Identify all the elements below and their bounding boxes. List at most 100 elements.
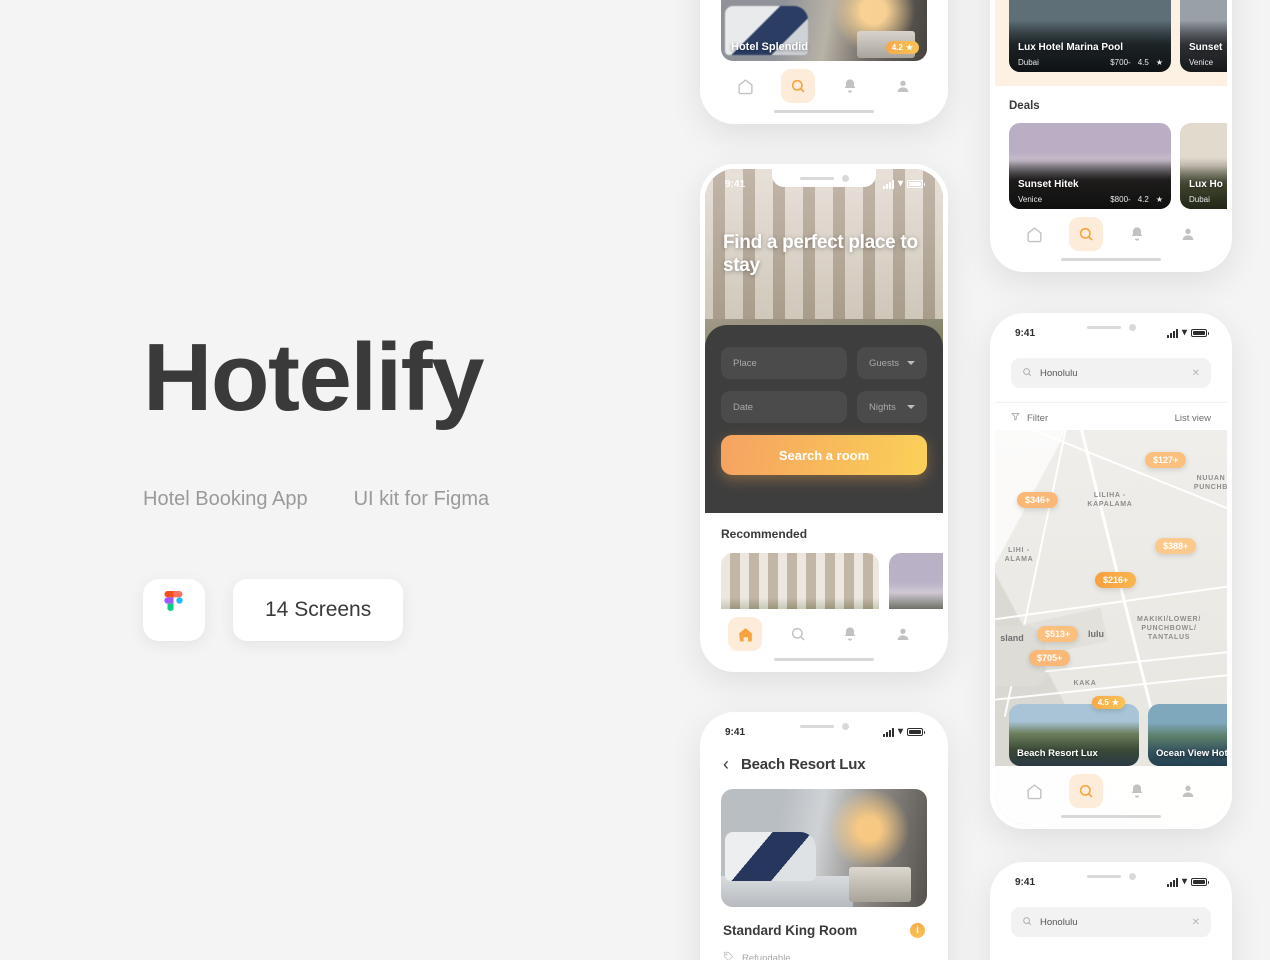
place-input[interactable]: Place [721,347,847,379]
search-value: Honolulu [1040,367,1078,379]
phone-notch [772,169,876,187]
phone-notch [1059,867,1163,885]
subtitle-app-type: Hotel Booking App [143,488,308,510]
map-label: KAKA [1073,680,1097,687]
home-indicator [1061,258,1161,261]
nights-select[interactable]: Nights [857,391,927,423]
map-price-pin[interactable]: $346+ [1017,492,1059,508]
hotel-name: Ocean View Hotel [1156,748,1227,759]
tab-home[interactable] [728,617,763,651]
hotel-card[interactable]: Hotel Splendid 4.2 ★ [721,0,927,61]
wifi-icon: ▾ [1181,327,1187,338]
phone-mockup-search-list: 9:41 ▾ Honolulu ✕ [990,862,1232,960]
hero-subtitles: Hotel Booking App UI kit for Figma [143,488,663,511]
detail-title: Beach Resort Lux [741,755,866,773]
deal-name: Lux Ho [1189,179,1223,190]
map-price-pin[interactable]: $705+ [1029,650,1071,666]
deal-meta: Venice $800- 4.2 ★ [1018,195,1163,204]
tab-home[interactable] [1018,774,1052,808]
map-price-pin[interactable]: $388+ [1155,538,1197,554]
phone-mockup-search-home: 9:41 ▾ Find a perfect place to stay Plac… [700,164,948,672]
deal-city: Dubai [1189,195,1210,204]
room-name-row: Standard King Room i [723,923,925,938]
tab-home[interactable] [1018,217,1052,251]
tab-notifications[interactable] [833,69,867,103]
figma-logo-chip[interactable] [143,579,205,641]
deal-rating: 4.2 [1137,195,1149,204]
star-icon: ★ [1155,195,1163,204]
tab-notifications[interactable] [1120,217,1154,251]
tab-notifications[interactable] [833,617,867,651]
status-badge: 4.5 ★ [1091,696,1125,709]
close-icon[interactable]: ✕ [1192,917,1200,928]
list-item[interactable]: Lux Hotel Marina Pool Dubai $700- 4.5 ★ [1009,0,1171,72]
deal-city: Venice [1018,195,1043,204]
map-label: NUUAN PUNCHB [1193,475,1227,491]
chevron-left-icon[interactable]: ‹ [723,755,729,773]
screens-count-badge[interactable]: 14 Screens [233,579,404,641]
offer-city: Venice [1189,58,1214,67]
search-value: Honolulu [1040,916,1078,928]
tab-notifications[interactable] [1120,774,1154,808]
tab-search[interactable] [1068,774,1103,808]
tab-profile[interactable] [886,69,920,103]
tab-profile[interactable] [886,617,920,651]
hotel-name: Beach Resort Lux [1017,748,1098,759]
recommended-title: Recommended [721,527,808,541]
search-input[interactable]: Honolulu ✕ [1011,358,1211,388]
tab-search[interactable] [1068,217,1103,251]
tab-search[interactable] [781,617,815,651]
bottom-tab-bar [705,609,943,667]
date-input[interactable]: Date [721,391,847,423]
offer-city: Dubai [1018,58,1039,67]
phone-notch [772,717,876,735]
guests-select[interactable]: Guests [857,347,927,379]
filter-label: Filter [1027,412,1049,424]
filter-button[interactable]: Filter [1011,412,1048,424]
status-time: 9:41 [725,726,746,738]
close-icon[interactable]: ✕ [1192,368,1200,379]
list-item[interactable]: Lux Ho Dubai [1180,123,1227,209]
tag-icon [723,951,734,960]
search-room-button[interactable]: Search a room [721,435,927,475]
star-icon: ★ [905,43,913,52]
offer-price: $700- [1110,58,1131,67]
map-price-pin[interactable]: $216+ [1095,572,1137,588]
wifi-icon: ▾ [897,178,903,189]
tab-profile[interactable] [1171,217,1205,251]
tab-profile[interactable] [1171,774,1205,808]
filter-icon [1011,412,1020,424]
status-badge: 4.2 ★ [885,41,919,54]
offer-meta: Dubai $700- 4.5 ★ [1018,58,1163,67]
view-toggle-button[interactable]: List view [1175,413,1211,424]
map-label: lulu [1088,629,1104,639]
date-placeholder: Date [733,401,754,413]
tab-search[interactable] [780,69,815,103]
map-view[interactable]: NUUAN PUNCHB LILIHA - KAPALAMA LIHI - AL… [995,430,1227,824]
refund-label: Refundable [742,952,791,960]
map-price-pin[interactable]: $127+ [1145,452,1187,468]
bottom-tab-bar [995,766,1227,824]
nights-placeholder: Nights [869,401,896,413]
map-price-pin[interactable]: $513+ [1037,626,1079,642]
search-input[interactable]: Honolulu ✕ [1011,907,1211,937]
battery-icon [1191,878,1209,886]
cellular-signal-icon [1166,328,1178,338]
chevron-down-icon [907,405,915,409]
rating-value: 4.2 [891,43,903,52]
phone-a-screen: Hotel Splendid 4.2 ★ [705,0,943,119]
tab-home[interactable] [728,69,762,103]
list-item[interactable]: Sunset Venice [1180,0,1227,72]
search-icon [1022,916,1032,929]
place-placeholder: Place [733,357,757,369]
list-item[interactable]: Ocean View Hotel [1148,704,1227,766]
info-icon[interactable]: i [910,923,925,938]
deals-title: Deals [1009,100,1040,112]
status-indicators: ▾ [882,727,925,737]
list-item[interactable]: Sunset Hitek Venice $800- 4.2 ★ [1009,123,1171,209]
form-row-2: Date Nights [721,391,927,423]
status-time: 9:41 [1015,327,1036,339]
list-item[interactable]: 4.5 ★ Beach Resort Lux [1009,696,1139,766]
subtitle-kit-type: UI kit for Figma [353,488,490,510]
figma-logo-icon [161,591,187,629]
